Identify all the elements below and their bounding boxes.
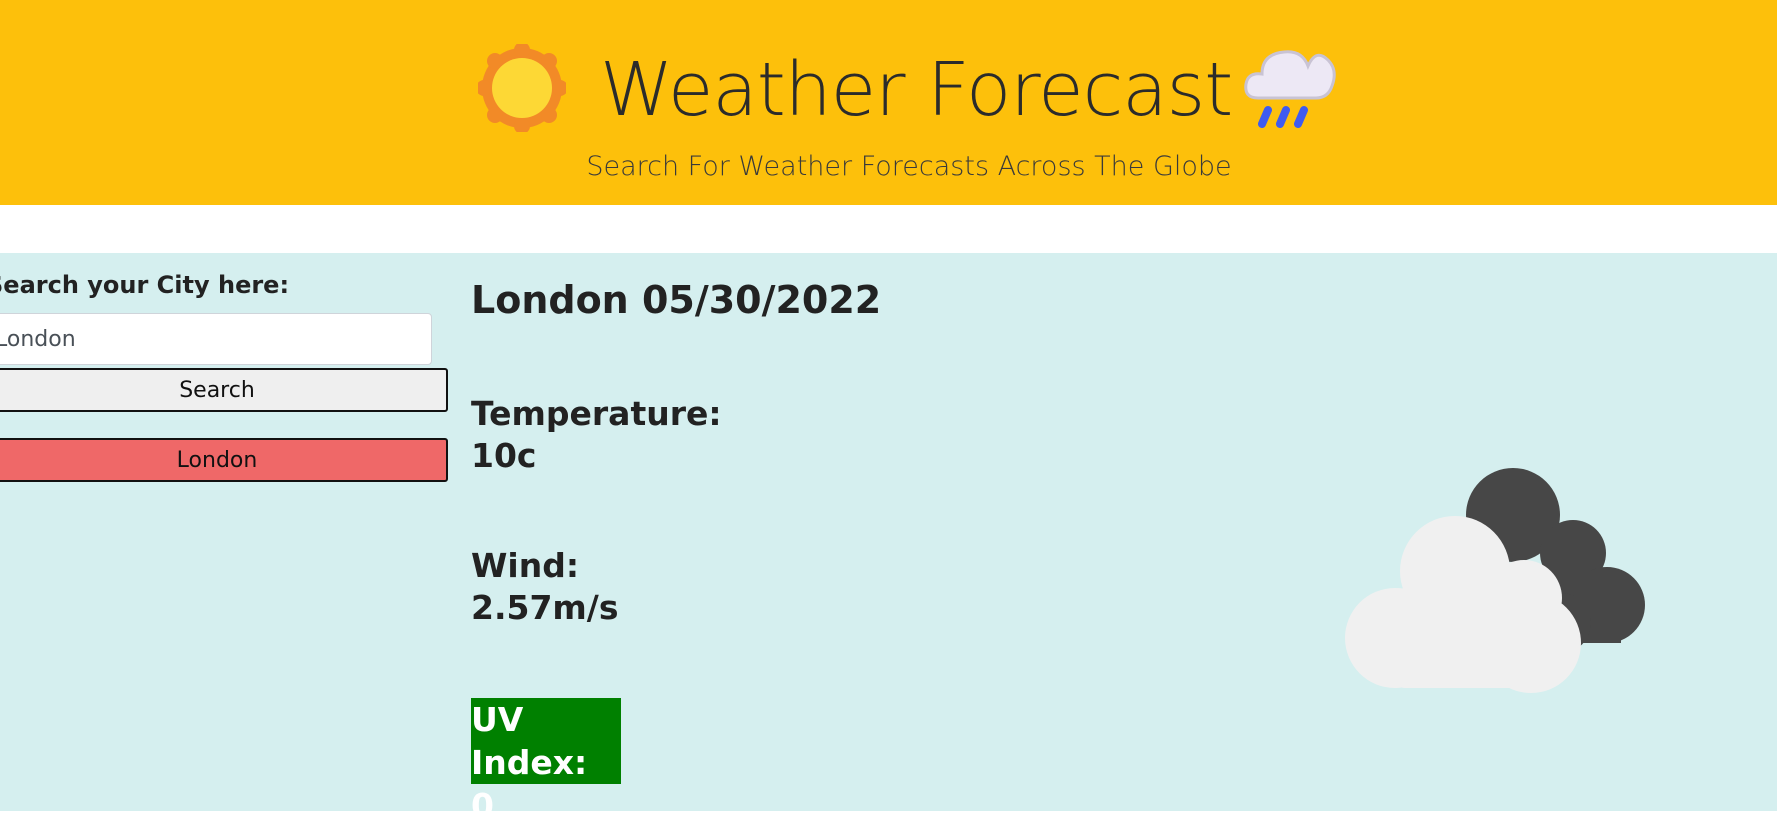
title-row: Weather Forecast [0, 32, 1777, 148]
uv-index-badge: UV Index: 0 [471, 698, 621, 825]
cloud-rain-icon [1244, 50, 1336, 128]
search-input[interactable] [0, 313, 432, 365]
search-label: Search your City here: [0, 271, 290, 299]
wind-label: Wind: [471, 546, 580, 585]
temperature-value: 10c [471, 436, 537, 475]
city-date-heading: London 05/30/2022 [471, 278, 882, 322]
temperature-label: Temperature: [471, 394, 722, 433]
cloudy-icon [1345, 468, 1645, 693]
uv-index-text: UV Index: 0 [471, 700, 588, 825]
wind-value: 2.57m/s [471, 588, 619, 627]
history-item-london[interactable]: London [0, 438, 448, 482]
page-subtitle: Search For Weather Forecasts Across The … [586, 151, 1232, 182]
sun-icon [478, 44, 566, 132]
search-sidebar: Search your City here: Search London [0, 253, 448, 811]
page-title: Weather Forecast [600, 47, 1233, 133]
main-content: Search your City here: Search London Lon… [0, 253, 1777, 825]
page-header: Weather Forecast Search For Weather Fore… [0, 0, 1777, 205]
forecast-panel: London 05/30/2022 Temperature: 10c Wind:… [471, 253, 1771, 825]
search-button[interactable]: Search [0, 368, 448, 412]
